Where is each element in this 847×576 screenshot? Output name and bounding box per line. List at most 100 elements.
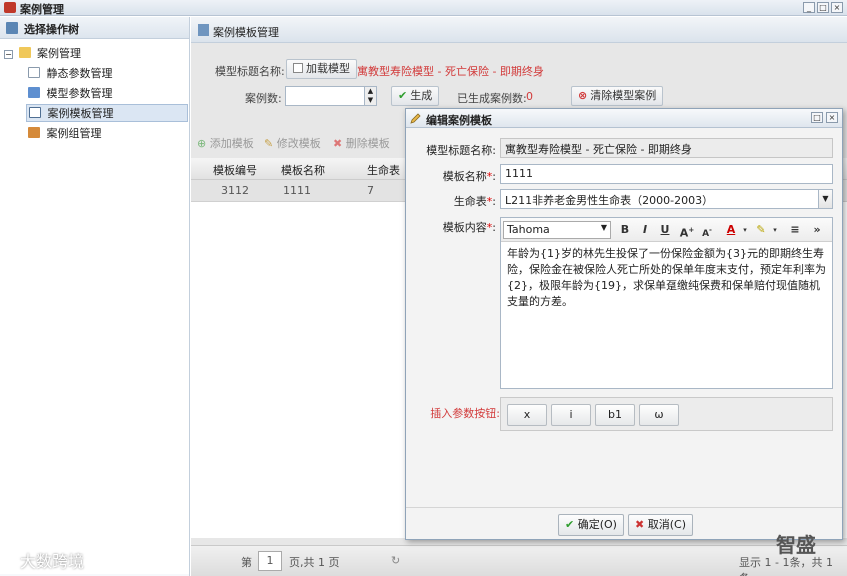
- italic-icon[interactable]: I: [637, 222, 653, 238]
- font-select[interactable]: Tahoma ▼: [503, 221, 611, 239]
- generated-count-value: 0: [526, 90, 533, 103]
- refresh-icon[interactable]: ↻: [391, 554, 400, 567]
- close-icon[interactable]: ×: [826, 112, 838, 123]
- life-table-select[interactable]: L211非养老金男性生命表（2000-2003） ▼: [500, 189, 833, 209]
- tree-item-static-params[interactable]: 静态参数管理: [28, 65, 113, 83]
- template-content-label: 模板内容*:: [442, 221, 496, 234]
- life-table-label-text: 生命表: [453, 195, 487, 208]
- cross-icon: ✖: [333, 137, 343, 150]
- group-icon: [28, 127, 40, 138]
- clear-cases-button[interactable]: ⊗ 清除模型案例: [571, 86, 664, 106]
- font-size-decrease-icon[interactable]: A-: [699, 222, 715, 239]
- left-panel-title: 选择操作树: [24, 23, 79, 36]
- maximize-icon[interactable]: □: [811, 112, 823, 123]
- add-template-button[interactable]: ⊕ 添加模板: [197, 135, 254, 151]
- model-title-value: 寓教型寿险模型 - 死亡保险 - 即期终身: [357, 65, 544, 78]
- book-icon: [6, 22, 18, 34]
- ok-label: 确定(O): [577, 518, 617, 531]
- model-title-label: 模型标题名称:: [426, 144, 496, 157]
- chevron-down-icon: ▼: [600, 223, 607, 232]
- document-icon: [28, 67, 40, 78]
- generate-label: 生成: [410, 89, 433, 102]
- editor-content[interactable]: 年龄为{1}岁的林先生投保了一份保险金额为{3}元的即期终生寿险，保险金在被保险…: [501, 242, 832, 314]
- left-panel: 选择操作树 − 案例管理 静态参数管理 模型参数管理 案例模板管理 案例组管理: [0, 17, 190, 576]
- database-icon: [28, 87, 40, 98]
- cross-icon: ✖: [635, 518, 645, 531]
- watermark-right: 智盛: [776, 533, 816, 557]
- tree-item-label: 案例模板管理: [47, 107, 114, 120]
- param-button-b1[interactable]: b1: [595, 404, 635, 426]
- clear-cases-label: 清除模型案例: [590, 89, 657, 102]
- tree-root[interactable]: − 案例管理: [4, 45, 81, 63]
- align-icon[interactable]: ≡: [787, 222, 803, 238]
- edit-template-button[interactable]: ✎ 修改模板: [264, 135, 321, 151]
- chevron-down-icon[interactable]: ▾: [737, 222, 753, 238]
- load-model-button[interactable]: 加载模型: [286, 59, 357, 79]
- window-titlebar: 案例管理 _ □ ×: [0, 0, 847, 16]
- edit-template-dialog: 编辑案例模板 □ × 模型标题名称: 寓教型寿险模型 - 死亡保险 - 即期终身…: [405, 108, 843, 540]
- dialog-titlebar: 编辑案例模板 □ ×: [406, 109, 842, 128]
- collapse-icon[interactable]: −: [4, 50, 13, 59]
- template-content-label-text: 模板内容: [442, 221, 487, 234]
- pencil-icon: [410, 113, 421, 124]
- main-panel-header: 案例模板管理: [191, 17, 847, 43]
- pencil-icon: ✎: [264, 137, 274, 150]
- spinner-icon[interactable]: ▲ ▼: [364, 87, 376, 105]
- delete-template-button[interactable]: ✖ 删除模板: [333, 135, 390, 151]
- pager: 第 1 页,共 1 页 ↻ 显示 1 - 1条，共 1 条: [191, 545, 847, 576]
- column-header[interactable]: 模板名称: [281, 162, 325, 178]
- ok-button[interactable]: ✔ 确定(O): [558, 514, 624, 536]
- table-cell: 1111: [283, 184, 311, 197]
- window-title: 案例管理: [20, 3, 64, 16]
- table-cell: 3112: [221, 184, 249, 197]
- model-title-field: 寓教型寿险模型 - 死亡保险 - 即期终身: [500, 138, 833, 158]
- tree-item-model-params[interactable]: 模型参数管理: [28, 85, 113, 103]
- param-button-omega[interactable]: ω: [639, 404, 679, 426]
- tree-root-label: 案例管理: [37, 47, 81, 60]
- life-table-label: 生命表*:: [453, 195, 496, 208]
- more-icon[interactable]: »: [809, 222, 825, 238]
- template-icon: [29, 107, 41, 118]
- generated-count-label: 已生成案例数:: [457, 92, 527, 105]
- page-total: 页,共 1 页: [289, 556, 340, 569]
- tree-item-case-templates[interactable]: 案例模板管理: [26, 104, 188, 122]
- page-number-input[interactable]: 1: [258, 551, 282, 571]
- tree-item-label: 模型参数管理: [46, 87, 113, 100]
- column-header[interactable]: 模板编号: [213, 162, 257, 178]
- watermark-left: 大数跨境: [20, 552, 85, 571]
- check-icon: ✔: [565, 518, 575, 531]
- close-icon[interactable]: ×: [831, 2, 843, 13]
- delete-icon: ⊗: [578, 89, 588, 102]
- insert-params-label: 插入参数按钮:: [430, 407, 500, 420]
- param-button-i[interactable]: i: [551, 404, 591, 426]
- left-panel-header: 选择操作树: [0, 17, 189, 39]
- life-table-value: L211非养老金男性生命表（2000-2003）: [505, 194, 714, 207]
- underline-icon[interactable]: U: [657, 222, 673, 238]
- chevron-down-icon[interactable]: ▾: [767, 222, 783, 238]
- case-count-input[interactable]: ▲ ▼: [285, 86, 377, 106]
- add-icon: ⊕: [197, 137, 207, 150]
- generate-button[interactable]: ✔ 生成: [391, 86, 440, 106]
- font-size-increase-icon[interactable]: A+: [679, 222, 695, 240]
- template-name-label-text: 模板名称: [442, 170, 487, 183]
- tree-item-label: 案例组管理: [46, 127, 102, 140]
- folder-open-icon: [18, 47, 31, 58]
- operation-tree: − 案例管理 静态参数管理 模型参数管理 案例模板管理 案例组管理: [0, 39, 189, 574]
- table-cell: 7: [367, 184, 374, 197]
- bold-icon[interactable]: B: [617, 222, 633, 238]
- chevron-down-icon[interactable]: ▼: [818, 190, 832, 208]
- load-icon: [293, 63, 303, 73]
- column-header[interactable]: 生命表: [367, 162, 400, 178]
- cancel-button[interactable]: ✖ 取消(C): [628, 514, 693, 536]
- rich-text-editor[interactable]: Tahoma ▼ B I U A+ A- A ▾ ✎ ▾ ≡ » 年龄为{1}岁…: [500, 217, 833, 389]
- minimize-icon[interactable]: _: [803, 2, 815, 13]
- template-name-label: 模板名称*:: [442, 170, 496, 183]
- maximize-icon[interactable]: □: [817, 2, 829, 13]
- load-model-label: 加载模型: [306, 62, 350, 75]
- add-template-label: 添加模板: [209, 137, 254, 150]
- param-button-x[interactable]: x: [507, 404, 547, 426]
- tree-item-case-groups[interactable]: 案例组管理: [28, 125, 102, 143]
- tree-item-label: 静态参数管理: [46, 67, 113, 80]
- template-name-input[interactable]: 1111: [500, 164, 833, 184]
- editor-toolbar: Tahoma ▼ B I U A+ A- A ▾ ✎ ▾ ≡ »: [501, 218, 832, 242]
